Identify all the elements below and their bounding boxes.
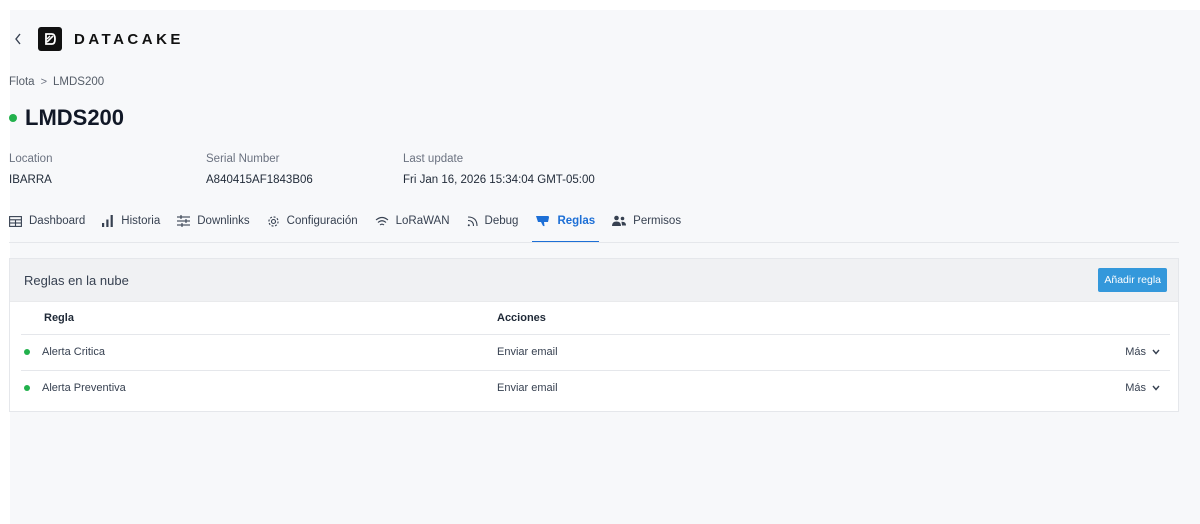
table-row[interactable]: Alerta Preventiva Enviar email Más bbox=[21, 370, 1170, 406]
more-cell: Más bbox=[1050, 370, 1170, 406]
rules-card-title: Reglas en la nube bbox=[24, 272, 129, 288]
sliders-icon bbox=[177, 215, 191, 227]
rule-active-icon bbox=[24, 385, 30, 392]
app-header: DATACAKE bbox=[10, 27, 184, 51]
column-header-regla: Regla bbox=[21, 302, 497, 335]
bar-chart-icon bbox=[102, 215, 114, 227]
last-update-label: Last update bbox=[403, 153, 464, 165]
location-value: IBARRA bbox=[9, 174, 52, 186]
gear-icon bbox=[268, 215, 279, 227]
tab-reglas[interactable]: Reglas bbox=[532, 208, 599, 243]
meta-last-update: Last update Fri Jan 16, 2026 15:34:04 GM… bbox=[403, 153, 595, 186]
more-label: Más bbox=[1125, 346, 1146, 358]
rule-name: Alerta Preventiva bbox=[42, 382, 126, 395]
serial-value: A840415AF1843B06 bbox=[206, 174, 313, 186]
table-icon bbox=[9, 215, 22, 227]
last-update-value: Fri Jan 16, 2026 15:34:04 GMT-05:00 bbox=[403, 174, 595, 186]
rule-active-icon bbox=[24, 349, 30, 355]
rule-action: Enviar email bbox=[497, 382, 558, 395]
chevron-down-icon bbox=[1152, 385, 1160, 391]
table-row[interactable]: Alerta Critica Enviar email Más bbox=[21, 334, 1170, 371]
tab-historia[interactable]: Historia bbox=[102, 208, 160, 234]
tab-label: Downlinks bbox=[197, 215, 250, 227]
tab-label: Debug bbox=[484, 215, 519, 227]
tabs-divider bbox=[9, 242, 1179, 243]
device-title-row: LMDS200 bbox=[9, 105, 124, 131]
rule-name-cell: Alerta Preventiva bbox=[21, 370, 497, 406]
tab-configuracion[interactable]: Configuración bbox=[267, 208, 358, 234]
chevron-left-icon[interactable] bbox=[10, 29, 26, 49]
more-button[interactable]: Más bbox=[1125, 382, 1160, 394]
wifi-icon bbox=[375, 216, 388, 225]
chevron-down-icon bbox=[1152, 349, 1160, 355]
tab-label: Dashboard bbox=[29, 215, 86, 227]
tab-label: Permisos bbox=[633, 215, 682, 227]
tab-downlinks[interactable]: Downlinks bbox=[177, 208, 250, 234]
column-header-empty bbox=[1050, 302, 1170, 335]
serial-label: Serial Number bbox=[206, 153, 280, 165]
users-icon bbox=[612, 215, 627, 226]
rules-card: Reglas en la nube Añadir regla Regla Acc… bbox=[9, 258, 1179, 412]
breadcrumb-item-device: LMDS200 bbox=[53, 76, 105, 88]
tab-lorawan[interactable]: LoRaWAN bbox=[375, 208, 450, 234]
rule-action: Enviar email bbox=[497, 334, 1050, 371]
rule-name-cell: Alerta Critica bbox=[21, 334, 497, 371]
more-label: Más bbox=[1125, 382, 1146, 395]
column-header-acciones: Acciones bbox=[497, 302, 1050, 335]
rules-table: Regla Acciones Alerta Critica Enviar ema… bbox=[21, 302, 1170, 406]
page-title: LMDS200 bbox=[25, 105, 125, 130]
rss-icon bbox=[467, 215, 478, 226]
table-header-row: Regla Acciones bbox=[21, 302, 1170, 335]
tab-label: Reglas bbox=[557, 215, 596, 227]
status-online-icon bbox=[9, 114, 17, 122]
rule-name: Alerta Critica bbox=[42, 346, 105, 358]
tab-label: Configuración bbox=[286, 215, 358, 227]
rules-card-header: Reglas en la nube Añadir regla bbox=[10, 259, 1178, 302]
breadcrumb-item-flota[interactable]: Flota bbox=[9, 76, 35, 88]
tab-dashboard[interactable]: Dashboard bbox=[9, 208, 85, 234]
add-rule-button[interactable]: Añadir regla bbox=[1098, 268, 1167, 292]
thumbs-down-icon bbox=[536, 216, 550, 227]
breadcrumb-separator: > bbox=[40, 76, 48, 88]
location-label: Location bbox=[9, 153, 53, 165]
tab-debug[interactable]: Debug bbox=[467, 208, 519, 234]
tab-label: Historia bbox=[121, 215, 161, 227]
tab-label: LoRaWAN bbox=[395, 215, 450, 227]
more-button[interactable]: Más bbox=[1125, 346, 1160, 358]
breadcrumb: Flota > LMDS200 bbox=[9, 76, 104, 88]
tab-permisos[interactable]: Permisos bbox=[612, 208, 681, 234]
more-cell: Más bbox=[1050, 334, 1170, 371]
datacake-logo-icon[interactable] bbox=[38, 27, 62, 51]
meta-serial: Serial Number A840415AF1843B06 bbox=[206, 153, 313, 186]
meta-location: Location IBARRA bbox=[9, 153, 52, 186]
logo-text[interactable]: DATACAKE bbox=[74, 31, 184, 48]
